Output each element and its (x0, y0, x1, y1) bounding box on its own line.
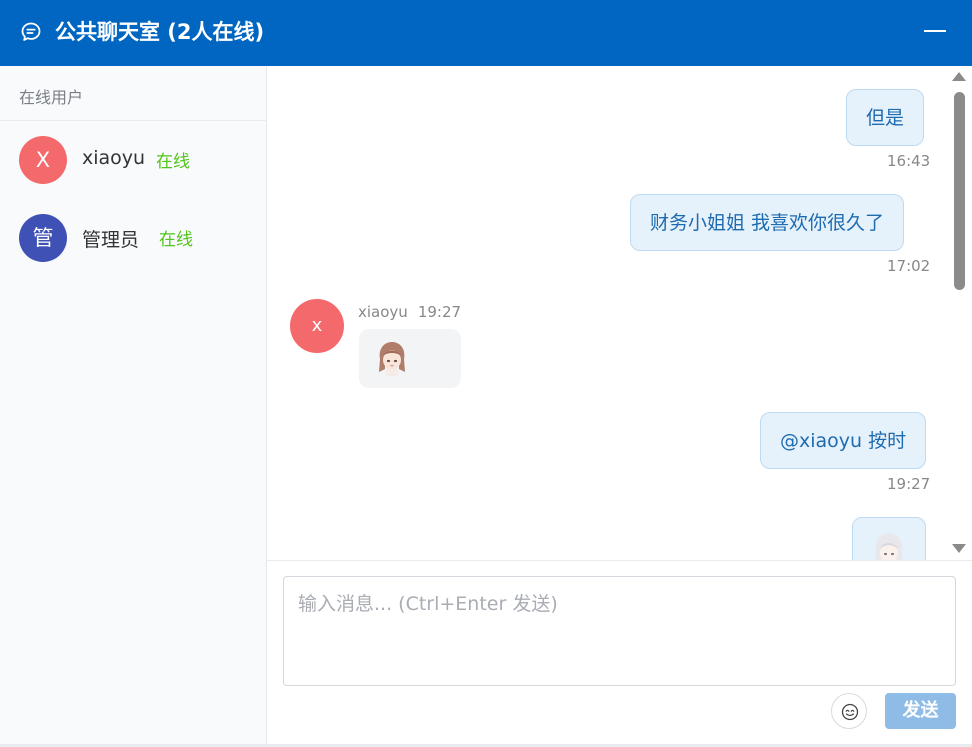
user-item-admin[interactable]: 管 管理员 在线 (0, 208, 266, 268)
scroll-up-icon[interactable] (952, 72, 966, 81)
message-bubble-in (359, 329, 461, 388)
sidebar-divider (0, 120, 266, 121)
message-time: 19:27 (417, 303, 462, 321)
chat-title: 公共聊天室 (2人在线) (55, 20, 265, 44)
message-bubble-out: @xiaoyu 按时 (760, 412, 927, 469)
chat-bubble-icon (21, 22, 41, 41)
avatar: 管 (19, 214, 67, 262)
message-meta: xiaoyu 19:27 (358, 303, 461, 321)
message-scrollbar[interactable] (950, 66, 970, 560)
emoji-icon (841, 703, 859, 721)
avatar: x (290, 299, 344, 353)
sidebar-title: 在线用户 (19, 88, 84, 107)
message-time: 19:27 (887, 475, 931, 493)
online-users-sidebar: 在线用户 X xiaoyu 在线 管 管理员 在线 (0, 66, 267, 747)
user-name: xiaoyu (82, 147, 146, 169)
sticker-image[interactable] (375, 339, 409, 377)
user-status: 在线 (159, 230, 193, 250)
scroll-down-icon[interactable] (952, 544, 966, 553)
message-time: 16:43 (887, 152, 931, 170)
scrollbar-thumb[interactable] (954, 92, 965, 290)
minimize-button[interactable] (922, 24, 948, 40)
minimize-icon (924, 30, 946, 32)
message-input[interactable] (283, 576, 956, 686)
user-status: 在线 (156, 152, 190, 172)
send-button[interactable]: 发送 (885, 693, 956, 729)
user-item-xiaoyu[interactable]: X xiaoyu 在线 (0, 130, 266, 190)
message-bubble-out: 财务小姐姐 我喜欢你很久了 (630, 194, 905, 251)
avatar: X (19, 136, 67, 184)
user-name: 管理员 (82, 229, 140, 251)
sender-name: xiaoyu (358, 303, 408, 321)
message-bubble-out: 但是 (846, 89, 925, 146)
emoji-button[interactable] (831, 693, 867, 729)
message-time: 17:02 (887, 257, 931, 275)
chat-header: 公共聊天室 (2人在线) (0, 0, 972, 66)
